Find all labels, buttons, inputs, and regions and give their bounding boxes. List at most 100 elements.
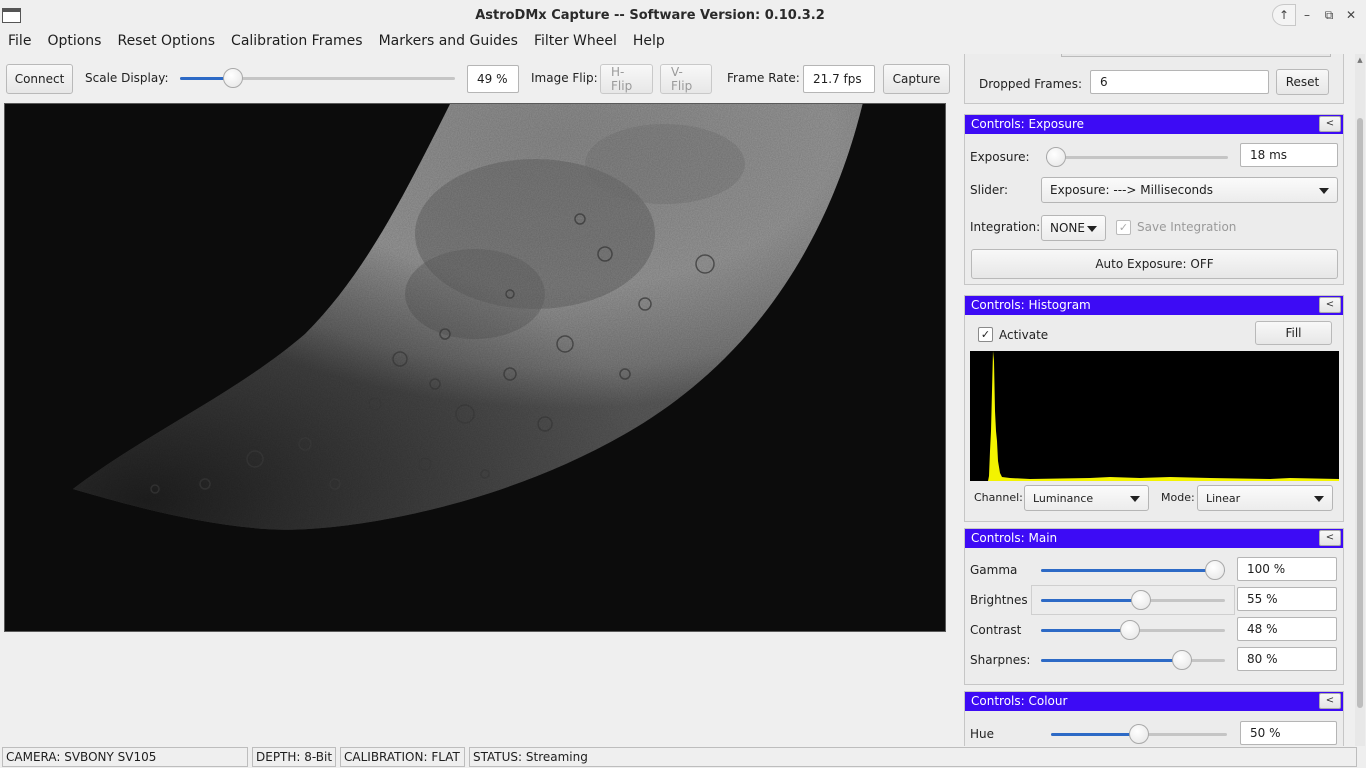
contrast-row: Contrast 48 % <box>965 615 1345 645</box>
minimize-icon[interactable]: – <box>1296 4 1318 26</box>
menu-help[interactable]: Help <box>625 31 673 53</box>
brightness-value[interactable]: 55 % <box>1237 587 1337 611</box>
contrast-slider[interactable] <box>1041 620 1225 640</box>
exposure-slider[interactable] <box>1046 147 1228 167</box>
sharpness-row: Sharpnes: 80 % <box>965 645 1345 675</box>
menu-options[interactable]: Options <box>39 31 109 53</box>
gamma-slider-knob[interactable] <box>1205 560 1225 580</box>
gamma-value[interactable]: 100 % <box>1237 557 1337 581</box>
mode-select[interactable]: Linear <box>1197 485 1333 511</box>
dropped-frames-label: Dropped Frames: <box>979 77 1082 91</box>
brightness-label: Brightnes <box>970 593 1028 607</box>
histogram-header: Controls: Histogram < <box>965 296 1343 315</box>
menu-markers-and-guides[interactable]: Markers and Guides <box>371 31 526 53</box>
camera-preview[interactable] <box>4 103 946 632</box>
mode-value: Linear <box>1206 491 1241 505</box>
exposure-label: Exposure: <box>970 150 1030 164</box>
main-controls-collapse-button[interactable]: < <box>1319 530 1341 546</box>
hue-label: Hue <box>970 727 995 741</box>
exposure-title: Controls: Exposure <box>971 117 1085 131</box>
exposure-collapse-button[interactable]: < <box>1319 116 1341 132</box>
chevron-down-icon <box>1130 496 1140 502</box>
auto-exposure-button[interactable]: Auto Exposure: OFF <box>971 249 1338 279</box>
menu-reset-options[interactable]: Reset Options <box>109 31 223 53</box>
restore-icon[interactable]: ⧉ <box>1318 4 1340 26</box>
menu-file[interactable]: File <box>0 31 39 53</box>
exposure-section: Controls: Exposure < Exposure: 18 ms Sli… <box>964 114 1344 285</box>
brightness-row: Brightnes 55 % <box>965 585 1345 615</box>
sharpness-slider-knob[interactable] <box>1172 650 1192 670</box>
slider-mode-label: Slider: <box>970 183 1009 197</box>
contrast-label: Contrast <box>970 623 1022 637</box>
integration-select[interactable]: NONE <box>1041 215 1106 241</box>
menu-calibration-frames[interactable]: Calibration Frames <box>223 31 371 53</box>
frame-rate-value: 21.7 fps <box>803 65 875 93</box>
status-state: STATUS: Streaming <box>469 747 1357 767</box>
histogram-section: Controls: Histogram < ✓ Activate Fill Ch… <box>964 295 1344 522</box>
exposure-value[interactable]: 18 ms <box>1240 143 1338 167</box>
exposure-slider-knob[interactable] <box>1046 147 1066 167</box>
brightness-slider-knob[interactable] <box>1131 590 1151 610</box>
sharpness-slider[interactable] <box>1041 650 1225 670</box>
status-depth: DEPTH: 8-Bit <box>252 747 336 767</box>
hue-slider[interactable] <box>1051 724 1227 744</box>
gamma-slider[interactable] <box>1041 560 1225 580</box>
scroll-up-icon[interactable]: ▲ <box>1356 56 1364 64</box>
hue-slider-knob[interactable] <box>1129 724 1149 744</box>
frame-rate-label: Frame Rate: <box>727 71 800 85</box>
moon-image <box>5 104 945 631</box>
gamma-label: Gamma <box>970 563 1018 577</box>
activate-checkbox[interactable]: ✓ <box>978 327 993 342</box>
connect-button[interactable]: Connect <box>6 64 73 94</box>
reset-dropped-button[interactable]: Reset <box>1276 69 1329 95</box>
sharpness-label: Sharpnes: <box>970 653 1031 667</box>
channel-value: Luminance <box>1033 491 1094 505</box>
scale-display-slider[interactable] <box>180 68 455 88</box>
controls-panel: Dropped Frames: 6 Reset Controls: Exposu… <box>960 54 1353 746</box>
slider-mode-select[interactable]: Exposure: ---> Milliseconds <box>1041 177 1338 203</box>
brightness-slider[interactable] <box>1041 590 1225 610</box>
scrollbar-thumb[interactable] <box>1357 118 1363 708</box>
colour-section: Controls: Colour < Hue 50 % <box>964 691 1344 746</box>
channel-select[interactable]: Luminance <box>1024 485 1149 511</box>
scale-display-slider-knob[interactable] <box>223 68 243 88</box>
hue-value[interactable]: 50 % <box>1240 721 1337 745</box>
close-icon[interactable]: ✕ <box>1340 4 1362 26</box>
status-calibration: CALIBRATION: FLAT <box>340 747 465 767</box>
contrast-value[interactable]: 48 % <box>1237 617 1337 641</box>
chevron-down-icon <box>1319 188 1329 194</box>
integration-value: NONE <box>1050 221 1085 235</box>
integration-label: Integration: <box>970 220 1041 234</box>
contrast-slider-knob[interactable] <box>1120 620 1140 640</box>
sharpness-value[interactable]: 80 % <box>1237 647 1337 671</box>
menu-filter-wheel[interactable]: Filter Wheel <box>526 31 625 53</box>
histogram-title: Controls: Histogram <box>971 298 1091 312</box>
scale-display-label: Scale Display: <box>85 71 169 85</box>
mode-label: Mode: <box>1161 491 1195 504</box>
status-bar: CAMERA: SVBONY SV105 DEPTH: 8-Bit CALIBR… <box>0 746 1366 768</box>
window-title: AstroDMx Capture -- Software Version: 0.… <box>475 8 825 23</box>
save-integration-label: Save Integration <box>1137 220 1237 234</box>
title-bar: AstroDMx Capture -- Software Version: 0.… <box>0 0 1366 31</box>
capture-button[interactable]: Capture <box>883 64 950 94</box>
activate-label: Activate <box>999 328 1049 342</box>
chevron-down-icon <box>1314 496 1324 502</box>
chevron-down-icon <box>1087 226 1097 232</box>
controls-scrollbar[interactable]: ▲ <box>1355 54 1365 746</box>
h-flip-button[interactable]: H-Flip <box>600 64 653 94</box>
histogram-collapse-button[interactable]: < <box>1319 297 1341 313</box>
keep-above-icon[interactable]: ↑ <box>1272 4 1296 26</box>
colour-collapse-button[interactable]: < <box>1319 693 1341 709</box>
save-integration-checkbox[interactable]: ✓ <box>1116 220 1131 235</box>
dropped-frames-section: Dropped Frames: 6 Reset <box>964 54 1344 104</box>
scrolled-button-edge <box>1061 54 1331 57</box>
scale-display-value[interactable]: 49 % <box>467 65 519 93</box>
colour-title: Controls: Colour <box>971 694 1068 708</box>
menu-bar: File Options Reset Options Calibration F… <box>0 31 673 53</box>
v-flip-button[interactable]: V-Flip <box>660 64 712 94</box>
status-camera: CAMERA: SVBONY SV105 <box>2 747 248 767</box>
dropped-frames-value: 6 <box>1090 70 1269 94</box>
image-flip-label: Image Flip: <box>531 71 598 85</box>
fill-button[interactable]: Fill <box>1255 321 1332 345</box>
channel-label: Channel: <box>974 491 1023 504</box>
